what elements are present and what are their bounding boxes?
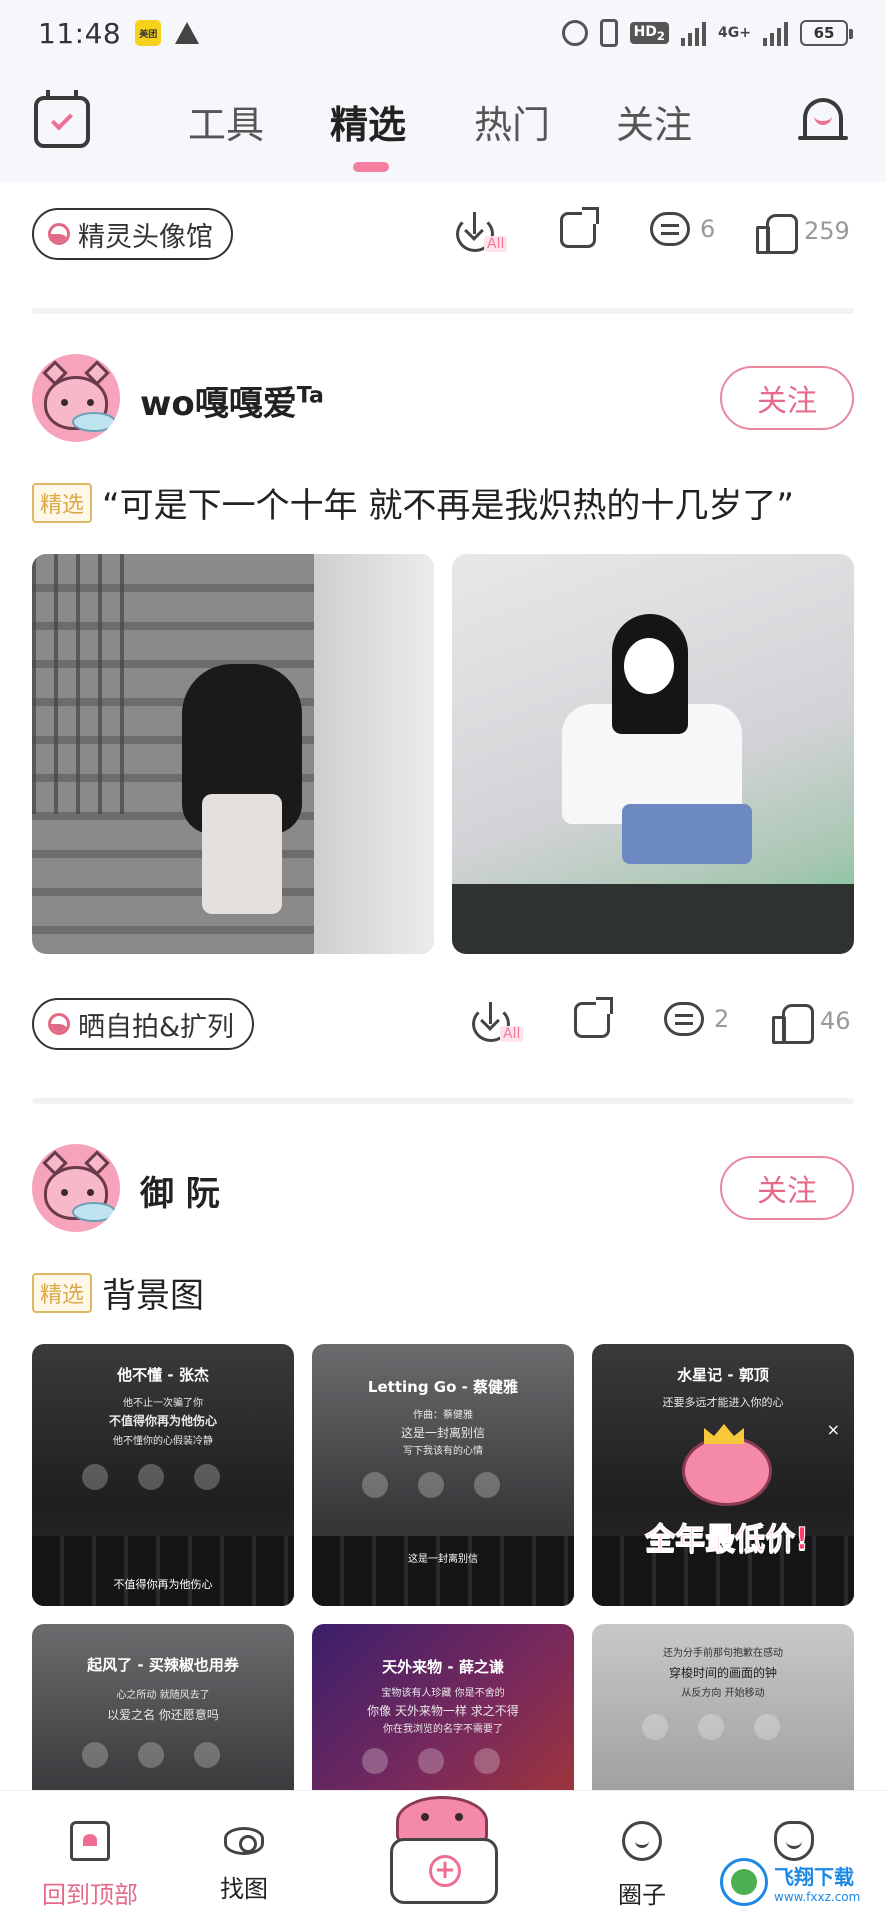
like-icon bbox=[756, 212, 798, 254]
close-icon[interactable]: × bbox=[827, 1420, 840, 1439]
topic-icon bbox=[48, 223, 70, 245]
nav-circle[interactable]: 圈子 bbox=[582, 1821, 702, 1910]
download-icon: All bbox=[456, 212, 508, 252]
username[interactable]: wo嘎嘎爱Ta bbox=[140, 376, 324, 425]
topic-tag-label: 精灵头像馆 bbox=[78, 221, 213, 253]
nav-back-to-top[interactable]: 回到顶部 bbox=[30, 1821, 150, 1910]
featured-badge: 精选 bbox=[32, 1272, 93, 1313]
follow-button[interactable]: 关注 bbox=[720, 1156, 854, 1220]
promo-banner[interactable]: 全年最低价! bbox=[632, 1424, 822, 1562]
post-caption: 精选 背景图 bbox=[32, 1268, 204, 1317]
notification-bell-icon[interactable] bbox=[798, 94, 848, 148]
calendar-checkin-icon[interactable] bbox=[34, 90, 90, 148]
post-divider bbox=[32, 1098, 854, 1104]
share-button[interactable] bbox=[574, 1002, 610, 1038]
meituan-notification-icon: 美团 bbox=[135, 20, 162, 46]
comment-count: 2 bbox=[714, 1005, 730, 1033]
username[interactable]: 御 阮 bbox=[140, 1166, 220, 1215]
like-count: 46 bbox=[820, 1007, 851, 1035]
comment-count: 6 bbox=[700, 215, 716, 243]
follow-button[interactable]: 关注 bbox=[720, 366, 854, 430]
share-icon bbox=[560, 212, 596, 248]
like-button[interactable]: 259 bbox=[756, 212, 850, 254]
topic-tag[interactable]: 晒自拍&扩列 bbox=[32, 998, 255, 1050]
comment-button[interactable]: 2 bbox=[664, 1002, 729, 1036]
topic-icon bbox=[48, 1013, 70, 1035]
wallpaper-thumb[interactable]: 水星记 - 郭顶 还要多远才能进入你的心 × 全年最低价! bbox=[592, 1344, 854, 1606]
status-bar: 11:48 美团 HD2 4G+ 65 bbox=[0, 0, 886, 66]
network-type: 4G+ bbox=[718, 25, 751, 41]
vibrate-icon bbox=[599, 19, 618, 47]
post-caption: 精选 “可是下一个十年 就不再是我炽热的十几岁了” bbox=[32, 478, 794, 527]
share-icon bbox=[574, 1002, 610, 1038]
comment-button[interactable]: 6 bbox=[650, 212, 715, 246]
like-button[interactable]: 46 bbox=[772, 1002, 851, 1044]
top-nav: 工具 精选 热门 关注 bbox=[0, 66, 886, 182]
comment-icon bbox=[650, 212, 690, 246]
warning-icon bbox=[175, 22, 200, 44]
wallpaper-thumb[interactable]: 他不懂 - 张杰 他不止一次骗了你 不值得你再为他伤心 他不懂你的心假装冷静 不… bbox=[32, 1344, 294, 1606]
post-photo-heart-pose[interactable] bbox=[452, 554, 854, 954]
status-right-group: HD2 4G+ 65 bbox=[561, 19, 853, 47]
user-avatar[interactable] bbox=[32, 1144, 120, 1232]
user-avatar[interactable] bbox=[32, 354, 120, 442]
featured-badge: 精选 bbox=[32, 482, 93, 523]
active-tab-indicator bbox=[353, 162, 389, 172]
download-icon: All bbox=[472, 1002, 524, 1042]
signal-icon bbox=[681, 20, 707, 46]
tab-tools[interactable]: 工具 bbox=[188, 94, 264, 149]
tab-hot[interactable]: 热门 bbox=[474, 94, 550, 149]
like-count: 259 bbox=[804, 217, 850, 245]
watermark-logo-icon bbox=[720, 1858, 768, 1906]
wallpaper-thumb[interactable]: Letting Go - 蔡健雅 作曲：蔡健雅 这是一封离别信 写下我该有的心情… bbox=[312, 1344, 574, 1606]
post-action-row: 精灵头像馆 All 6 259 bbox=[32, 208, 854, 262]
tab-following[interactable]: 关注 bbox=[616, 94, 692, 149]
eye-icon bbox=[224, 1827, 264, 1855]
comment-icon bbox=[664, 1002, 704, 1036]
topic-tag-label: 晒自拍&扩列 bbox=[78, 1011, 235, 1043]
create-post-button[interactable]: + bbox=[390, 1838, 498, 1904]
download-button[interactable]: All bbox=[472, 1002, 524, 1042]
post-photo-stairs[interactable] bbox=[32, 554, 434, 954]
plus-icon: + bbox=[429, 1855, 461, 1887]
signal-icon-2 bbox=[763, 20, 788, 46]
watermark: 飞翔下载 www.fxxz.com bbox=[720, 1852, 880, 1912]
topic-tag[interactable]: 精灵头像馆 bbox=[32, 208, 233, 260]
post-divider bbox=[32, 308, 854, 314]
hd-voice-icon: HD2 bbox=[629, 21, 670, 45]
nav-find-image[interactable]: 找图 bbox=[184, 1821, 304, 1904]
download-button[interactable]: All bbox=[456, 212, 508, 252]
battery-icon: 65 bbox=[800, 20, 853, 46]
share-button[interactable] bbox=[560, 212, 596, 248]
status-time: 11:48 bbox=[38, 16, 122, 50]
shirt-icon bbox=[70, 1821, 110, 1861]
like-icon bbox=[772, 1002, 814, 1044]
circle-icon bbox=[622, 1821, 662, 1861]
caption-text: “可是下一个十年 就不再是我炽热的十几岁了” bbox=[102, 486, 795, 526]
tab-featured[interactable]: 精选 bbox=[330, 94, 406, 149]
alarm-icon bbox=[561, 20, 588, 46]
caption-text: 背景图 bbox=[102, 1276, 205, 1316]
post-action-row: 晒自拍&扩列 All 2 46 bbox=[32, 998, 854, 1052]
